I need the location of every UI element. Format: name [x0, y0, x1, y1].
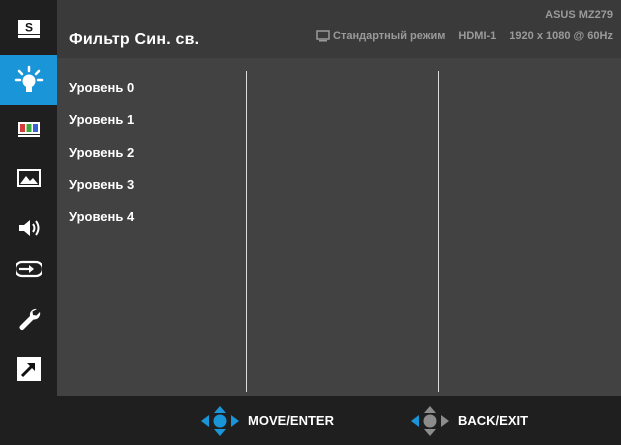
- splendid-s-icon: S: [17, 20, 40, 38]
- osd-menu: S Фильтр Син. св. ASUS MZ279 Стандартный…: [0, 0, 621, 445]
- sidebar-item-shortcut[interactable]: [0, 344, 57, 394]
- sound-icon: [18, 220, 39, 236]
- sidebar-item-input[interactable]: [0, 244, 57, 294]
- input-select-icon: [15, 260, 42, 278]
- input-label: HDMI-1: [458, 30, 497, 42]
- sidebar-item-image[interactable]: [0, 153, 57, 203]
- back-exit-label: BACK/EXIT: [458, 413, 529, 428]
- status-bar: Стандартный режим HDMI-1 1920 x 1080 @ 6…: [316, 30, 613, 42]
- mode-label: Стандартный режим: [333, 30, 446, 42]
- option-level-2[interactable]: Уровень 2: [69, 145, 134, 160]
- move-enter-button[interactable]: MOVE/ENTER: [200, 396, 334, 445]
- column-divider: [246, 71, 247, 392]
- joystick-move-icon: [201, 405, 239, 436]
- resolution-label: 1920 x 1080 @ 60Hz: [509, 30, 613, 42]
- shortcut-arrow-icon: [16, 357, 41, 381]
- header: Фильтр Син. св. ASUS MZ279 Стандартный р…: [57, 0, 621, 58]
- options-panel: Уровень 0 Уровень 1 Уровень 2 Уровень 3 …: [57, 58, 621, 396]
- sidebar: S: [0, 0, 57, 396]
- sidebar-item-splendid[interactable]: S: [0, 4, 57, 54]
- page-title: Фильтр Син. св.: [69, 31, 200, 48]
- monitor-model: ASUS MZ279: [545, 9, 613, 21]
- image-icon: [16, 169, 41, 187]
- joystick-back-icon: [411, 405, 449, 436]
- back-exit-button[interactable]: BACK/EXIT: [410, 396, 528, 445]
- footer: MOVE/ENTER BACK/EXIT: [0, 396, 621, 445]
- monitor-icon: [316, 30, 330, 42]
- option-level-1[interactable]: Уровень 1: [69, 112, 134, 127]
- column-divider: [438, 71, 439, 392]
- option-level-4[interactable]: Уровень 4: [69, 209, 134, 224]
- sidebar-item-system[interactable]: [0, 294, 57, 344]
- wrench-icon: [18, 308, 40, 330]
- svg-text:S: S: [24, 21, 32, 35]
- sidebar-item-blue-light[interactable]: [0, 55, 57, 105]
- option-level-0[interactable]: Уровень 0: [69, 80, 134, 95]
- option-level-3[interactable]: Уровень 3: [69, 177, 134, 192]
- blue-light-filter-icon: [14, 65, 43, 92]
- move-enter-label: MOVE/ENTER: [248, 413, 334, 428]
- color-bars-icon: [17, 122, 40, 137]
- sidebar-item-color[interactable]: [0, 104, 57, 154]
